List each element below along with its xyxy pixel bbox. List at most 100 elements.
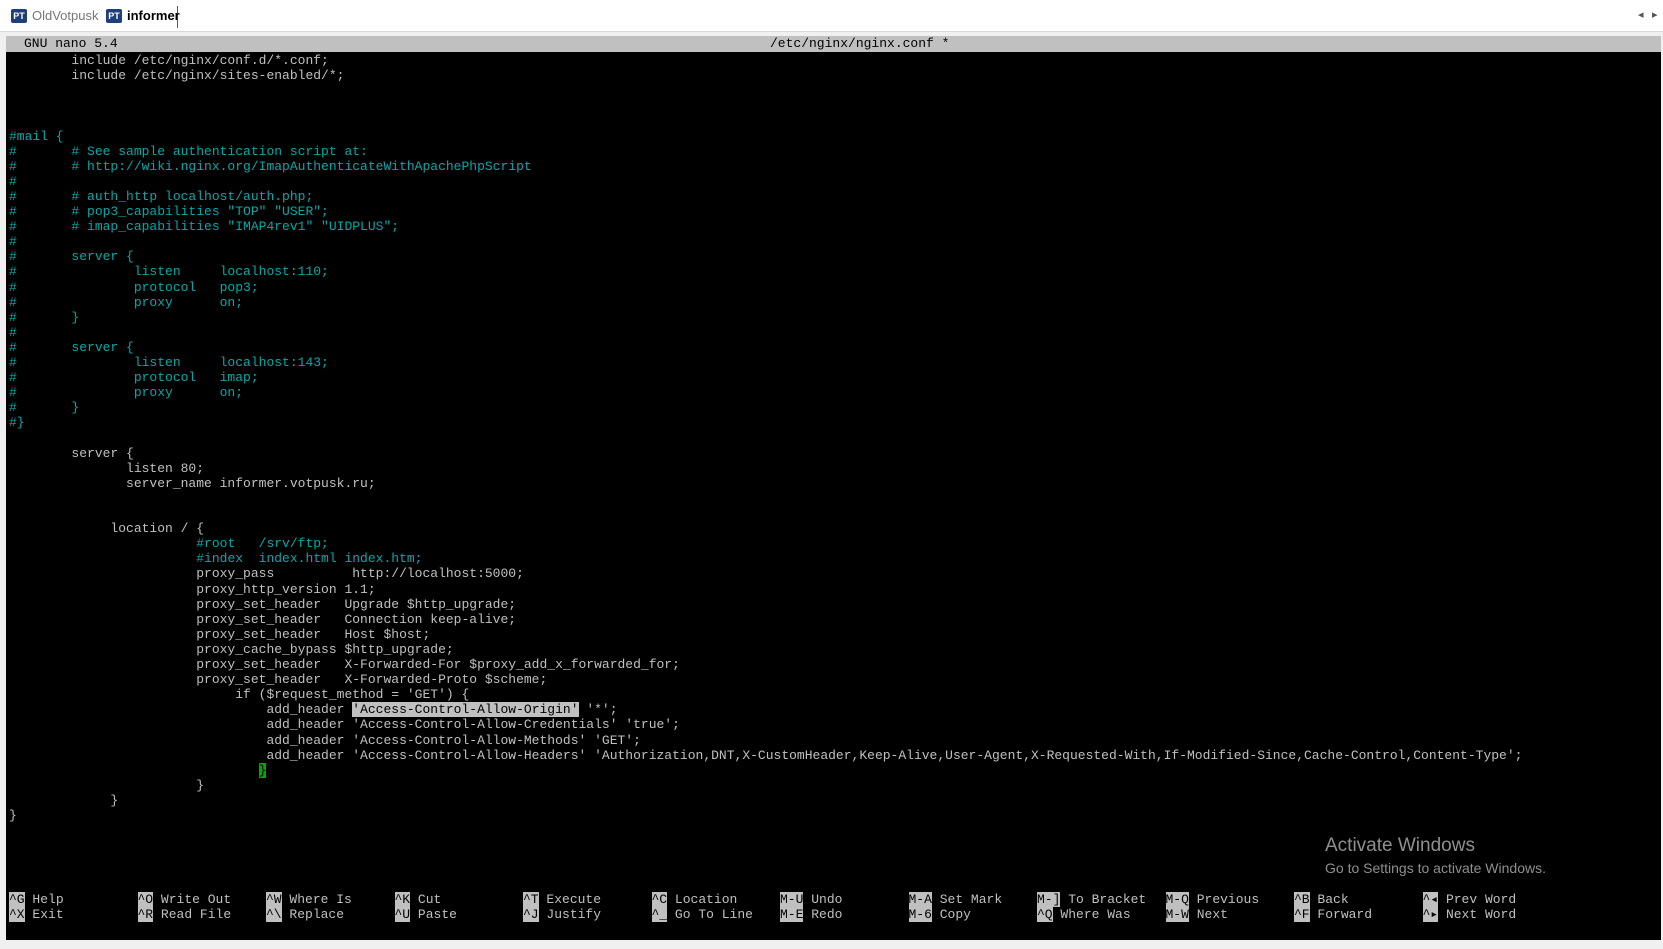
shortcut-item[interactable]: ^U Paste bbox=[394, 907, 457, 923]
shortcut-key: M-A bbox=[908, 892, 932, 907]
shortcut-item[interactable]: ^X Exit bbox=[9, 907, 64, 923]
code-line[interactable]: include /etc/nginx/sites-enabled/*; bbox=[9, 68, 344, 84]
code-token: } bbox=[9, 792, 119, 808]
shortcut-item[interactable]: M-A Set Mark bbox=[908, 892, 1002, 908]
putty-session-icon: PT bbox=[11, 9, 27, 23]
code-line[interactable]: # listen localhost:110; bbox=[9, 264, 329, 280]
code-token: # protocol pop3; bbox=[9, 279, 259, 295]
code-line[interactable]: proxy_http_version 1.1; bbox=[9, 582, 375, 598]
code-token: proxy_set_header X-Forwarded-For $proxy_… bbox=[9, 657, 680, 672]
tab-oldvotpusk[interactable]: PT OldVotpusk bbox=[8, 6, 99, 28]
shortcut-item[interactable]: ^O Write Out bbox=[137, 892, 232, 908]
shortcut-item[interactable]: ^J Justify bbox=[523, 907, 601, 923]
code-line[interactable]: # # http://wiki.nginx.org/ImapAuthentica… bbox=[9, 159, 532, 175]
code-line[interactable]: if ($request_method = 'GET') { bbox=[9, 687, 469, 703]
code-line[interactable]: add_header 'Access-Control-Allow-Credent… bbox=[9, 717, 679, 733]
code-line[interactable]: } bbox=[9, 793, 118, 809]
code-line[interactable]: } bbox=[9, 778, 204, 794]
shortcut-item[interactable]: ^C Location bbox=[651, 892, 737, 908]
code-line[interactable]: server_name informer.votpusk.ru; bbox=[9, 476, 376, 492]
code-line[interactable]: # server { bbox=[9, 249, 134, 265]
code-token: # bbox=[9, 324, 17, 340]
shortcut-item[interactable]: M-W Next bbox=[1165, 907, 1228, 923]
shortcut-item[interactable]: ^\ Replace bbox=[266, 907, 344, 923]
code-line[interactable]: listen 80; bbox=[9, 461, 204, 477]
code-line[interactable]: proxy_cache_bypass $http_upgrade; bbox=[9, 642, 453, 658]
text-cursor-icon bbox=[692, 700, 700, 718]
shortcut-label: Redo bbox=[811, 907, 843, 922]
shortcut-label: Write Out bbox=[160, 892, 232, 907]
shortcut-key: ^\ bbox=[266, 907, 282, 922]
code-line[interactable]: proxy_pass http://localhost:5000; bbox=[9, 566, 524, 582]
code-line[interactable]: # listen localhost:143; bbox=[9, 355, 329, 371]
shortcut-item[interactable]: M-] To Bracket bbox=[1037, 892, 1146, 908]
tab-scroll-left-icon[interactable]: ◂ bbox=[1638, 8, 1644, 21]
shortcut-item[interactable]: ^W Where Is bbox=[266, 892, 352, 908]
code-line[interactable]: # bbox=[9, 174, 17, 190]
code-token: # server { bbox=[9, 339, 134, 355]
code-line[interactable]: # # auth_http localhost/auth.php; bbox=[9, 189, 313, 205]
code-line[interactable]: proxy_set_header X-Forwarded-For $proxy_… bbox=[9, 657, 680, 673]
code-line[interactable]: #mail { bbox=[9, 129, 64, 145]
shortcut-item[interactable]: ^▸ Next Word bbox=[1422, 907, 1516, 923]
shortcut-label: Go To Line bbox=[674, 907, 753, 922]
code-line[interactable]: proxy_set_header Host $host; bbox=[9, 627, 430, 643]
code-line[interactable]: # protocol imap; bbox=[9, 370, 259, 386]
code-line[interactable]: #} bbox=[9, 415, 25, 431]
shortcut-key: ^F bbox=[1294, 907, 1310, 922]
code-line[interactable]: proxy_set_header X-Forwarded-Proto $sche… bbox=[9, 672, 547, 688]
code-line[interactable]: # } bbox=[9, 310, 79, 326]
shortcut-item[interactable]: ^F Forward bbox=[1294, 907, 1372, 923]
code-line[interactable]: } bbox=[9, 808, 17, 824]
code-line[interactable]: #index index.html index.htm; bbox=[9, 551, 422, 567]
code-line[interactable]: # # imap_capabilities "IMAP4rev1" "UIDPL… bbox=[9, 219, 399, 235]
code-line[interactable]: # bbox=[9, 325, 17, 341]
shortcut-item[interactable]: ^Q Where Was bbox=[1037, 907, 1131, 923]
terminal-screen[interactable]: GNU nano 5.4 /etc/nginx/nginx.conf * inc… bbox=[6, 36, 1661, 940]
code-token: include /etc/nginx/sites-enabled/*; bbox=[9, 68, 345, 84]
shortcut-item[interactable]: ^_ Go To Line bbox=[651, 907, 753, 923]
shortcut-item[interactable]: ^T Execute bbox=[523, 892, 601, 908]
code-line[interactable]: # # See sample authentication script at: bbox=[9, 144, 368, 160]
shortcut-item[interactable]: ^R Read File bbox=[137, 907, 231, 923]
file-path: /etc/nginx/nginx.conf * bbox=[770, 36, 950, 51]
tab-scroll-right-icon[interactable]: ▸ bbox=[1652, 8, 1658, 21]
shortcut-label: Forward bbox=[1317, 907, 1373, 922]
code-line[interactable]: # proxy on; bbox=[9, 295, 243, 311]
code-token: add_header 'Access-Control-Allow-Headers… bbox=[9, 747, 1523, 763]
shortcut-label: Justify bbox=[546, 907, 602, 922]
shortcut-item[interactable]: M-Q Previous bbox=[1165, 892, 1259, 908]
tab-informer[interactable]: PT informer bbox=[103, 6, 180, 28]
shortcut-item[interactable]: M-E Redo bbox=[780, 907, 842, 923]
code-line[interactable]: add_header 'Access-Control-Allow-Methods… bbox=[9, 733, 640, 749]
code-line[interactable]: # # pop3_capabilities "TOP" "USER"; bbox=[9, 204, 329, 220]
shortcut-key: ^Q bbox=[1037, 907, 1053, 922]
shortcut-item[interactable]: ^B Back bbox=[1294, 892, 1349, 908]
code-line[interactable]: add_header 'Access-Control-Allow-Origin'… bbox=[9, 702, 618, 718]
shortcut-key: ^C bbox=[651, 892, 668, 907]
code-line[interactable]: proxy_set_header Connection keep-alive; bbox=[9, 612, 516, 628]
code-line[interactable]: #root /srv/ftp; bbox=[9, 536, 329, 552]
code-line[interactable]: # server { bbox=[9, 340, 134, 356]
shortcut-item[interactable]: ^G Help bbox=[9, 892, 64, 908]
code-token: if ($request_method = 'GET') { bbox=[9, 687, 470, 703]
shortcut-item[interactable]: ^◂ Prev Word bbox=[1422, 892, 1516, 908]
code-line[interactable]: include /etc/nginx/conf.d/*.conf; bbox=[9, 53, 329, 69]
code-line[interactable]: server { bbox=[9, 446, 133, 462]
code-line[interactable]: add_header 'Access-Control-Allow-Headers… bbox=[9, 748, 1522, 764]
shortcut-item[interactable]: M-6 Copy bbox=[908, 907, 971, 923]
code-line[interactable]: # proxy on; bbox=[9, 385, 243, 401]
code-line[interactable]: proxy_set_header Upgrade $http_upgrade; bbox=[9, 597, 516, 613]
code-token: include /etc/nginx/conf.d/*.conf; bbox=[9, 53, 329, 68]
code-line[interactable]: location / { bbox=[9, 521, 204, 537]
code-line[interactable]: # bbox=[9, 234, 17, 250]
code-line[interactable]: } bbox=[9, 762, 267, 779]
editor-buffer[interactable]: include /etc/nginx/conf.d/*.conf; includ… bbox=[9, 53, 1659, 893]
shortcut-item[interactable]: M-U Undo bbox=[780, 892, 842, 908]
shortcut-key: ^G bbox=[9, 892, 25, 907]
shortcut-key: M-E bbox=[780, 907, 804, 922]
shortcut-item[interactable]: ^K Cut bbox=[394, 892, 441, 908]
code-line[interactable]: # protocol pop3; bbox=[9, 280, 259, 296]
code-line[interactable]: # } bbox=[9, 400, 79, 416]
